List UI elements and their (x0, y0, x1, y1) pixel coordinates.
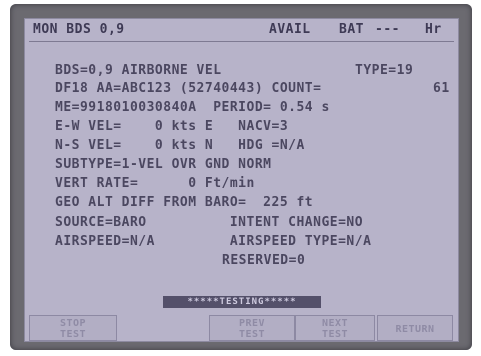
header-divider (29, 41, 454, 42)
me-line: ME=9918010030840A PERIOD= 0.54 s (55, 100, 330, 115)
mode-title: MON BDS 0,9 (33, 22, 125, 37)
source-line: SOURCE=BARO INTENT CHANGE=NO (55, 215, 364, 230)
display-screen: MON BDS 0,9 AVAIL BAT --- Hr BDS=0,9 AIR… (24, 18, 459, 342)
ew-velocity-line: E-W VEL= 0 kts E NACV=3 (55, 119, 289, 134)
prev-test-label-2: TEST (238, 329, 266, 340)
geo-alt-line: GEO ALT DIFF FROM BARO= 225 ft (55, 195, 314, 210)
reserved-line: RESERVED=0 (222, 253, 306, 268)
prev-test-label-1: PREV (238, 318, 266, 329)
battery-unit: Hr (425, 22, 442, 37)
return-button[interactable]: RETURN (377, 315, 453, 341)
vert-rate-line: VERT RATE= 0 Ft/min (55, 176, 255, 191)
type-value: TYPE=19 (355, 63, 414, 78)
next-test-button[interactable]: NEXT TEST (295, 315, 375, 341)
battery-label: BAT (339, 22, 364, 37)
avail-indicator: AVAIL (269, 22, 311, 37)
header-bar: MON BDS 0,9 AVAIL BAT --- Hr (33, 22, 451, 38)
next-test-label-1: NEXT (321, 318, 349, 329)
stop-test-label-1: STOP (59, 318, 87, 329)
bds-line: BDS=0,9 AIRBORNE VEL (55, 63, 222, 78)
stop-test-label-2: TEST (59, 329, 87, 340)
testing-status-bar: *****TESTING***** (163, 296, 321, 308)
battery-value: --- (375, 22, 400, 37)
prev-test-button[interactable]: PREV TEST (209, 315, 295, 341)
airspeed-line: AIRSPEED=N/A AIRSPEED TYPE=N/A (55, 234, 372, 249)
df-line: DF18 AA=ABC123 (52740443) COUNT= (55, 81, 322, 96)
count-value: 61 (433, 81, 450, 96)
stop-test-button[interactable]: STOP TEST (29, 315, 117, 341)
next-test-label-2: TEST (321, 329, 349, 340)
return-label: RETURN (395, 324, 435, 335)
subtype-line: SUBTYPE=1-VEL OVR GND NORM (55, 157, 272, 172)
ns-velocity-line: N-S VEL= 0 kts N HDG =N/A (55, 138, 305, 153)
